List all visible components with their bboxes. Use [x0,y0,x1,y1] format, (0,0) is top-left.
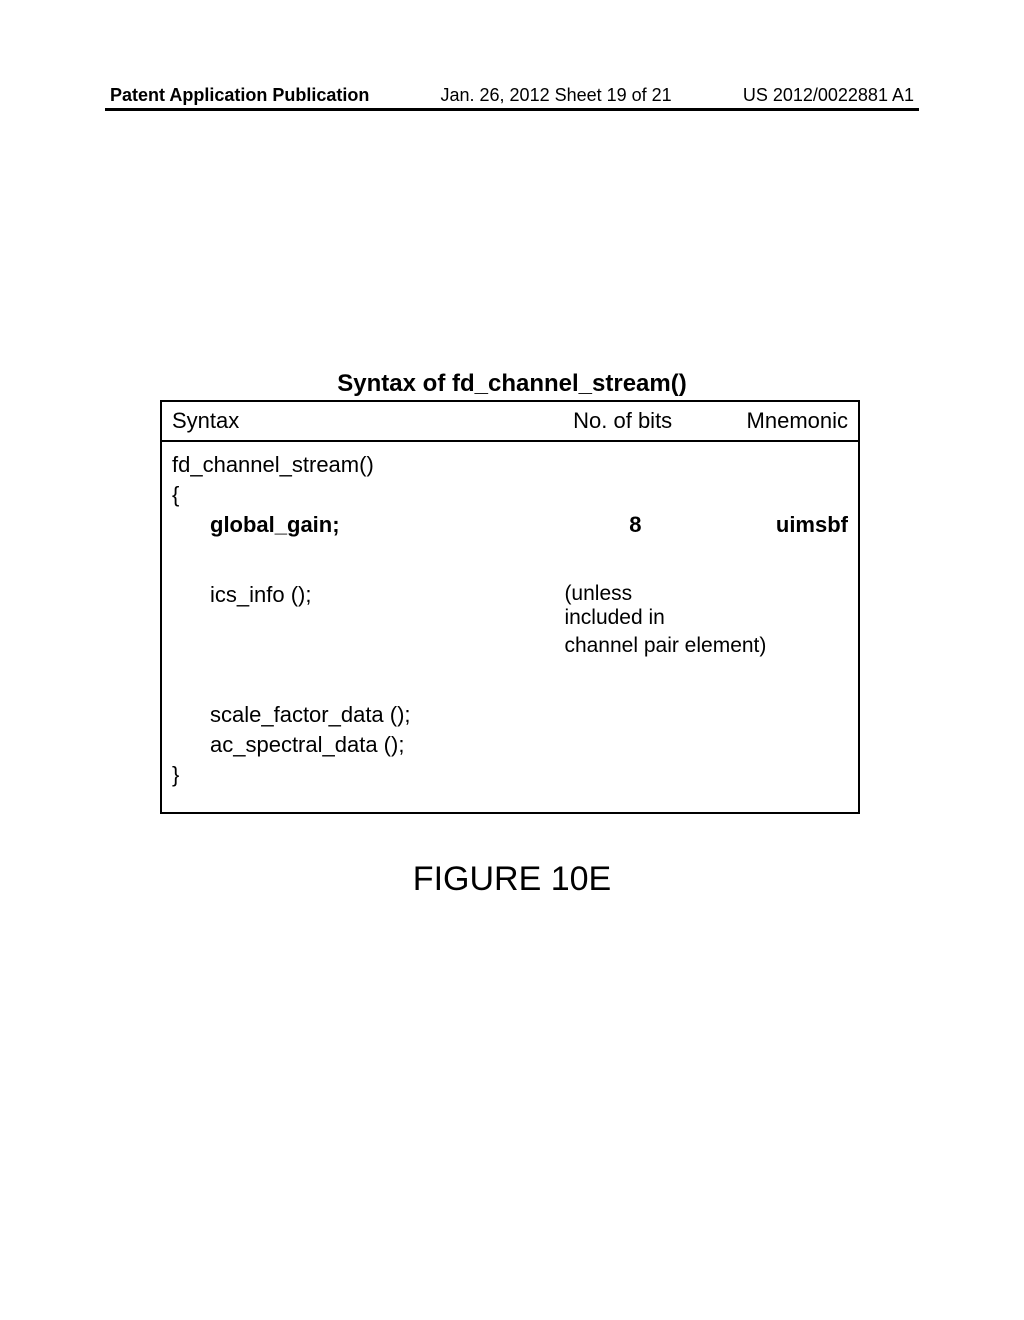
cell-ics-info: ics_info (); [172,582,564,630]
header-publication-type: Patent Application Publication [110,85,369,106]
column-header-mnemonic: Mnemonic [698,408,848,434]
header-divider [105,108,919,111]
row-global-gain: global_gain; 8 uimsbf [172,512,848,538]
cell-fn-name: fd_channel_stream() [172,452,548,478]
cell-scale-factor: scale_factor_data (); [172,702,564,728]
row-ac-spectral: ac_spectral_data (); [172,732,848,758]
column-header-bits: No. of bits [548,408,698,434]
row-brace-close: } [172,762,848,788]
spacer-2 [172,662,848,702]
header-publication-number: US 2012/0022881 A1 [743,85,914,106]
table-body: fd_channel_stream() { global_gain; 8 uim… [162,442,858,812]
cell-global-gain-mnemonic: uimsbf [706,512,848,538]
cell-ac-spectral: ac_spectral_data (); [172,732,564,758]
cell-brace-open: { [172,482,548,508]
figure-label: FIGURE 10E [0,860,1024,899]
header-date-sheet: Jan. 26, 2012 Sheet 19 of 21 [441,85,672,106]
cell-global-gain-bits: 8 [564,512,706,538]
row-ics-note2: channel pair element) [172,634,848,658]
table-header-row: Syntax No. of bits Mnemonic [162,402,858,442]
cell-ics-note-1: (unless included in [564,582,706,630]
row-brace-open: { [172,482,848,508]
syntax-table: Syntax No. of bits Mnemonic fd_channel_s… [160,400,860,814]
column-header-syntax: Syntax [172,408,548,434]
page-header: Patent Application Publication Jan. 26, … [0,85,1024,106]
table-title: Syntax of fd_channel_stream() [0,370,1024,398]
cell-ics-note-2: channel pair element) [564,634,848,658]
cell-global-gain: global_gain; [172,512,564,538]
row-scale-factor: scale_factor_data (); [172,702,848,728]
spacer [172,542,848,582]
cell-brace-close: } [172,762,548,788]
row-ics-info: ics_info (); (unless included in [172,582,848,630]
row-fn-name: fd_channel_stream() [172,452,848,478]
